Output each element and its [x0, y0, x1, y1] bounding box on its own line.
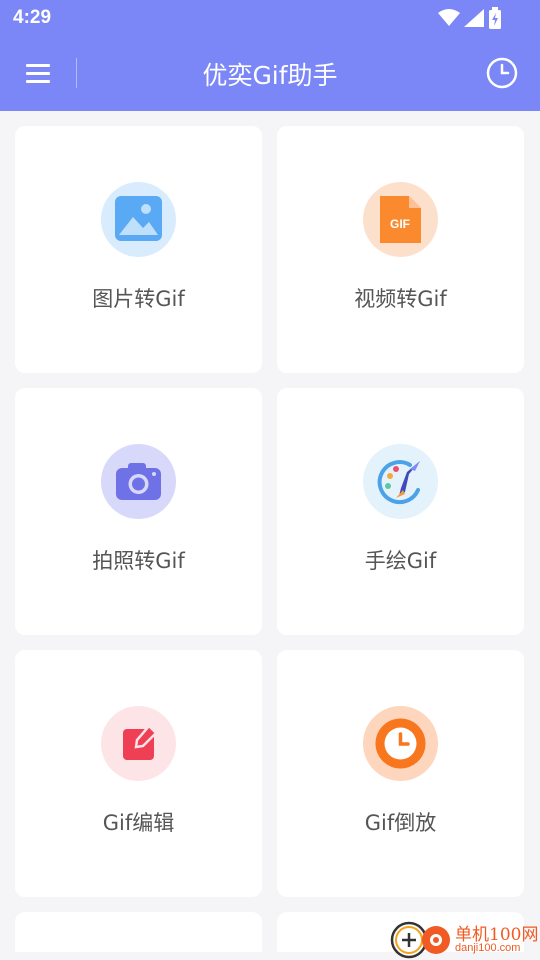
- svg-text:GIF: GIF: [390, 217, 410, 231]
- image-icon: [101, 182, 176, 257]
- clock-icon[interactable]: [486, 57, 518, 89]
- card-label: Gif倒放: [364, 811, 437, 835]
- card-image-to-gif[interactable]: 图片转Gif: [15, 126, 262, 373]
- card-photo-to-gif[interactable]: 拍照转Gif: [15, 388, 262, 635]
- watermark-logo: 单机100网 danji100.com: [390, 918, 540, 960]
- card-label: 图片转Gif: [92, 287, 185, 311]
- signal-icon: [464, 9, 484, 27]
- card-gif-reverse[interactable]: Gif倒放: [277, 650, 524, 897]
- card-partial-left[interactable]: [15, 912, 262, 952]
- status-icons: [438, 7, 502, 29]
- card-video-to-gif[interactable]: GIF 视频转Gif: [277, 126, 524, 373]
- card-label: 拍照转Gif: [92, 549, 185, 573]
- card-gif-edit[interactable]: Gif编辑: [15, 650, 262, 897]
- app-bar: 优奕Gif助手: [0, 36, 540, 111]
- card-label: Gif编辑: [102, 811, 175, 835]
- edit-icon: [101, 706, 176, 781]
- status-time: 4:29: [13, 7, 52, 28]
- card-label: 视频转Gif: [354, 287, 447, 311]
- status-bar: 4:29: [0, 0, 540, 36]
- page-title: 优奕Gif助手: [202, 61, 338, 90]
- palette-rocket-icon: [363, 444, 438, 519]
- card-hand-draw-gif[interactable]: 手绘Gif: [277, 388, 524, 635]
- wifi-icon: [438, 9, 460, 26]
- battery-charging-icon: [489, 7, 501, 29]
- reverse-clock-icon: [363, 706, 438, 781]
- gif-file-icon: GIF: [363, 182, 438, 257]
- card-label: 手绘Gif: [364, 549, 437, 573]
- watermark-icon: [390, 921, 450, 959]
- watermark-url: danji100.com: [455, 942, 521, 954]
- camera-icon: [101, 444, 176, 519]
